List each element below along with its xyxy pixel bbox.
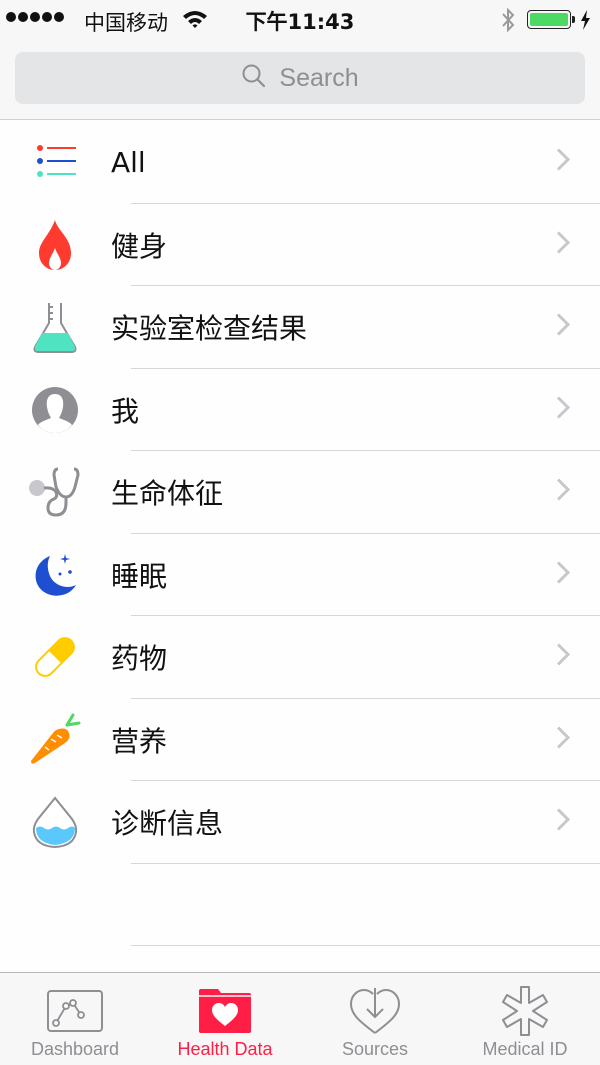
category-row-lab-results[interactable]: 实验室检查结果 <box>0 286 600 369</box>
tab-health-data[interactable]: Health Data <box>150 973 300 1065</box>
tab-dashboard[interactable]: Dashboard <box>0 973 150 1065</box>
chevron-right-icon <box>556 560 571 589</box>
category-row-nutrition[interactable]: 营养 <box>0 699 600 782</box>
battery-tip <box>572 16 575 23</box>
search-bar-container: Search <box>0 40 600 120</box>
category-label: 诊断信息 <box>111 807 224 841</box>
water-drop-icon <box>28 795 82 849</box>
chevron-right-icon <box>556 725 571 754</box>
list-icon <box>28 135 82 189</box>
category-row-vitals[interactable]: 生命体征 <box>0 451 600 534</box>
carrot-icon <box>28 713 82 767</box>
category-label: 实验室检查结果 <box>111 312 308 346</box>
tab-label: Sources <box>341 1039 409 1059</box>
tab-label: Dashboard <box>30 1039 120 1059</box>
search-icon <box>241 63 267 94</box>
flask-icon <box>28 300 82 354</box>
category-row-all[interactable]: All <box>0 121 600 204</box>
category-label: All <box>111 145 146 179</box>
category-row-me[interactable]: 我 <box>0 369 600 452</box>
category-row-fitness[interactable]: 健身 <box>0 204 600 287</box>
health-data-folder-icon <box>198 981 252 1041</box>
chevron-right-icon <box>556 808 571 837</box>
category-row-medications[interactable]: 药物 <box>0 616 600 699</box>
battery-icon <box>527 10 571 29</box>
chevron-right-icon <box>556 148 571 177</box>
stethoscope-icon <box>28 465 82 519</box>
tab-label: Medical ID <box>482 1039 568 1059</box>
tab-sources[interactable]: Sources <box>300 973 450 1065</box>
health-category-list: All 健身 实验室检查结果 我 生命体征 睡眠 药物 营养 诊断信息 <box>0 121 600 946</box>
medical-asterisk-icon <box>500 981 550 1041</box>
tab-label: Health Data <box>177 1039 273 1059</box>
tab-medical-id[interactable]: Medical ID <box>450 973 600 1065</box>
category-row-sleep[interactable]: 睡眠 <box>0 534 600 617</box>
moon-icon <box>28 548 82 602</box>
tab-bar: Dashboard Health Data Sources Medical ID <box>0 972 600 1065</box>
chevron-right-icon <box>556 230 571 259</box>
category-label: 药物 <box>111 642 168 676</box>
chevron-right-icon <box>556 478 571 507</box>
sources-heart-download-icon <box>349 981 401 1041</box>
chevron-right-icon <box>556 395 571 424</box>
search-placeholder: Search <box>279 63 359 92</box>
category-label: 生命体征 <box>111 477 224 511</box>
charging-bolt-icon <box>579 9 591 36</box>
category-label: 健身 <box>111 229 168 263</box>
category-label: 睡眠 <box>111 559 168 593</box>
category-label: 我 <box>111 394 140 428</box>
category-row-diagnostics[interactable]: 诊断信息 <box>0 781 600 864</box>
pill-icon <box>28 630 82 684</box>
dashboard-chart-icon <box>47 981 103 1041</box>
empty-row <box>0 864 600 947</box>
status-bar: 中国移动 下午11:43 <box>0 0 600 40</box>
chevron-right-icon <box>556 313 571 342</box>
search-input[interactable]: Search <box>15 52 585 104</box>
flame-icon <box>28 218 82 272</box>
category-label: 营养 <box>111 724 168 758</box>
person-icon <box>28 383 82 437</box>
bluetooth-icon <box>500 7 516 38</box>
chevron-right-icon <box>556 643 571 672</box>
